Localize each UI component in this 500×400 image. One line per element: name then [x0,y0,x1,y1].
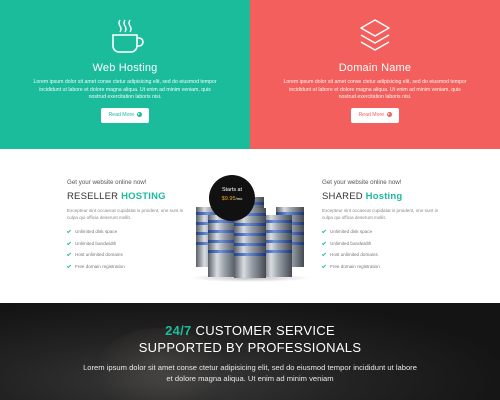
check-icon [66,263,72,269]
web-hosting-read-more-button[interactable]: Read More [101,108,149,123]
read-more-label: Read More [108,112,135,118]
reseller-name-highlight: HOSTING [121,191,166,202]
arrow-right-circle-icon [386,111,392,117]
shared-plan-name: SHARED Hosting [322,191,452,202]
web-hosting-title: Web Hosting [92,62,158,74]
reseller-hosting-plan: Get your website online now! RESELLER HO… [66,179,197,276]
arrow-right-circle-icon [136,111,142,117]
feature-label: Host unlimited domains [330,252,378,257]
list-item: Host unlimited domains [66,252,197,264]
list-item: Unlimited bandwidth [66,240,197,253]
web-hosting-description: Lorem ipsum dolor sit amet conse ctetur … [33,79,217,100]
customer-service-section: 24/7 CUSTOMER SERVICE SUPPORTED BY PROFE… [0,303,500,400]
service-heading: 24/7 CUSTOMER SERVICE [0,323,500,338]
reseller-plan-name: RESELLER HOSTING [67,191,197,202]
reseller-tagline: Get your website online now! [67,179,147,186]
shared-name-highlight: Hosting [365,191,403,202]
shared-tagline: Get your website online now! [322,179,402,186]
feature-panels: Web Hosting Lorem ipsum dolor sit amet c… [0,0,500,149]
check-icon [321,263,327,269]
server-tower [208,215,238,277]
service-heading-highlight: 24/7 [165,323,192,338]
price-badge: Starts at $9.95/mo [209,175,255,221]
domain-name-description: Lorem ipsum dolor sit amet conse ctetur … [283,79,467,100]
price-amount: $9.95 [221,196,236,202]
price-unit: /mo [235,196,243,201]
feature-label: Free domain registration [75,263,125,269]
list-item: Unlimited disk space [66,229,197,241]
feature-label: Host unlimited domains [75,252,123,257]
list-item: Host unlimited domains [321,252,452,264]
server-tower [262,215,292,277]
web-hosting-panel: Web Hosting Lorem ipsum dolor sit amet c… [0,0,250,149]
feature-label: Unlimited bandwidth [330,240,372,246]
feature-label: Free domain registration [330,263,380,269]
service-text: Lorem ipsum dolor sit amet conse ctetur … [83,363,417,383]
list-item: Free domain registration [66,263,197,276]
check-icon [321,240,327,246]
domain-name-read-more-button[interactable]: Read More [351,108,399,123]
feature-label: Unlimited disk space [75,229,118,234]
service-heading-rest: CUSTOMER SERVICE [195,323,335,338]
check-icon [321,252,327,257]
list-item: Unlimited disk space [321,229,452,241]
shared-name-plain: SHARED [322,191,363,202]
shared-feature-list: Unlimited disk space Unlimited bandwidth… [321,229,452,276]
list-item: Unlimited bandwidth [321,240,452,253]
service-subheading: SUPPORTED BY PROFESSIONALS [138,340,362,355]
coffee-cup-icon [112,19,144,53]
layers-stack-icon [360,19,390,51]
check-icon [66,252,72,257]
reseller-description: Excepteur sint occaecat cupidatat is pro… [67,208,184,220]
price-badge-label: Starts at [221,187,243,193]
shared-description: Excepteur sint occaecat cupidatat is pro… [322,208,439,220]
check-icon [66,240,72,246]
check-icon [66,229,72,234]
list-item: Free domain registration [321,263,452,276]
reseller-feature-list: Unlimited disk space Unlimited bandwidth… [66,229,197,276]
check-icon [321,229,327,234]
price-badge-value: $9.95/mo [209,196,255,202]
domain-name-title: Domain Name [338,62,412,74]
domain-name-panel: Domain Name Lorem ipsum dolor sit amet c… [250,0,500,149]
reseller-name-plain: RESELLER [67,191,119,202]
read-more-label: Read More [358,112,385,118]
feature-label: Unlimited bandwidth [75,240,117,246]
shared-hosting-plan: Get your website online now! SHARED Host… [321,179,452,276]
feature-label: Unlimited disk space [330,229,373,234]
